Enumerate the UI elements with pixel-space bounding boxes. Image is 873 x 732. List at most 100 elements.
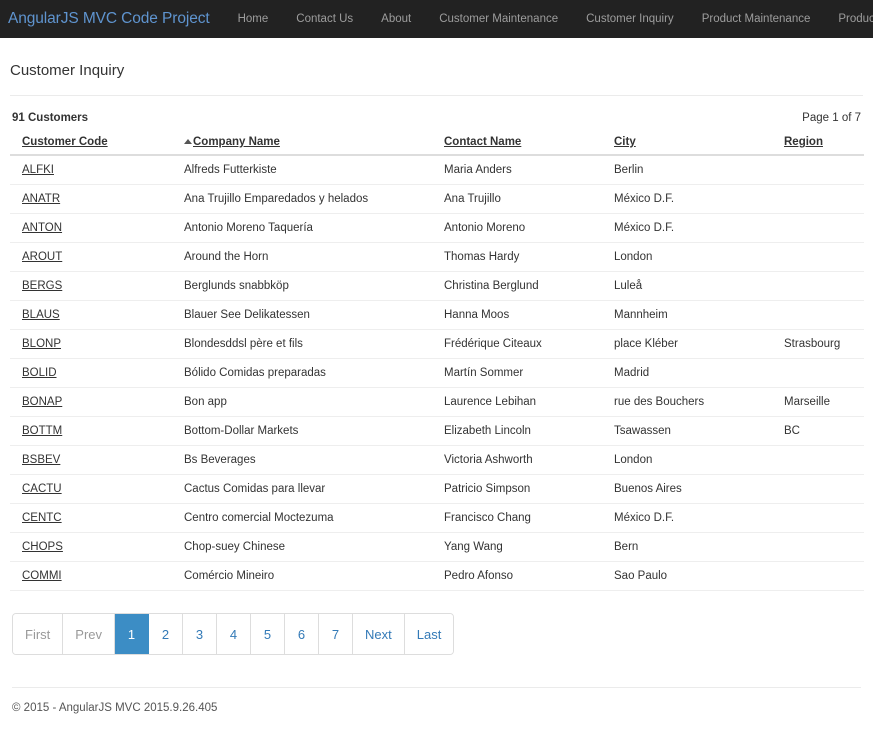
cell-company: Bon app xyxy=(184,388,444,417)
customer-code-link[interactable]: BERGS xyxy=(22,280,62,292)
cell-city: Sao Paulo xyxy=(614,562,784,591)
column-header-code[interactable]: Customer Code xyxy=(10,132,184,155)
brand-logo-link[interactable]: AngularJS MVC Code Project xyxy=(8,10,224,28)
customer-code-link[interactable]: BSBEV xyxy=(22,454,60,466)
customer-code-link[interactable]: BONAP xyxy=(22,396,62,408)
cell-city: Luleå xyxy=(614,272,784,301)
cell-contact: Christina Berglund xyxy=(444,272,614,301)
customer-code-link[interactable]: ALFKI xyxy=(22,164,54,176)
cell-company: Around the Horn xyxy=(184,243,444,272)
nav-link-contact-us[interactable]: Contact Us xyxy=(282,0,367,38)
pagination-button-next[interactable]: Next xyxy=(353,614,405,654)
cell-code: ALFKI xyxy=(10,155,184,185)
nav-link-customer-inquiry[interactable]: Customer Inquiry xyxy=(572,0,688,38)
pagination-button-3[interactable]: 3 xyxy=(183,614,217,654)
table-row: BLAUSBlauer See DelikatessenHanna MoosMa… xyxy=(10,301,864,330)
pagination-wrapper: FirstPrev1234567NextLast xyxy=(10,591,863,655)
table-row: CHOPS Chop-suey ChineseYang WangBern xyxy=(10,533,864,562)
cell-company: Bottom-Dollar Markets xyxy=(184,417,444,446)
pagination-button-4[interactable]: 4 xyxy=(217,614,251,654)
page-container: Customer Inquiry 91 Customers Page 1 of … xyxy=(0,38,873,714)
cell-code: CENTC xyxy=(10,504,184,533)
nav-link-customer-maintenance[interactable]: Customer Maintenance xyxy=(425,0,572,38)
cell-city: London xyxy=(614,243,784,272)
customer-code-link[interactable]: BOTTM xyxy=(22,425,62,437)
cell-company: Bólido Comidas preparadas xyxy=(184,359,444,388)
cell-region xyxy=(784,504,864,533)
cell-code: BONAP xyxy=(10,388,184,417)
pagination-button-1[interactable]: 1 xyxy=(115,614,149,654)
cell-code: ANTON xyxy=(10,214,184,243)
cell-city: Mannheim xyxy=(614,301,784,330)
cell-contact: Martín Sommer xyxy=(444,359,614,388)
cell-region xyxy=(784,155,864,185)
cell-company: Bs Beverages xyxy=(184,446,444,475)
column-header-city[interactable]: City xyxy=(614,132,784,155)
pagination-button-7[interactable]: 7 xyxy=(319,614,353,654)
column-header-link-code[interactable]: Customer Code xyxy=(22,136,108,148)
column-header-company[interactable]: Company Name xyxy=(184,132,444,155)
customer-code-link[interactable]: ANATR xyxy=(22,193,60,205)
nav-link-product-maintenance[interactable]: Product Maintenance xyxy=(688,0,825,38)
cell-contact: Laurence Lebihan xyxy=(444,388,614,417)
pagination-button-2[interactable]: 2 xyxy=(149,614,183,654)
pagination-button-6[interactable]: 6 xyxy=(285,614,319,654)
cell-city: México D.F. xyxy=(614,504,784,533)
table-row: BONAPBon appLaurence Lebihanrue des Bouc… xyxy=(10,388,864,417)
customer-code-link[interactable]: CHOPS xyxy=(22,541,63,553)
table-header-row: Customer Code Company Name Contact Name Cit… xyxy=(10,132,864,155)
cell-contact: Antonio Moreno xyxy=(444,214,614,243)
cell-code: ANATR xyxy=(10,185,184,214)
cell-company: Chop-suey Chinese xyxy=(184,533,444,562)
customer-code-link[interactable]: CENTC xyxy=(22,512,62,524)
customer-code-link[interactable]: AROUT xyxy=(22,251,62,263)
cell-company: Comércio Mineiro xyxy=(184,562,444,591)
cell-region xyxy=(784,301,864,330)
nav-link-product-inquiry[interactable]: Product Inquiry xyxy=(824,0,873,38)
nav-link-about[interactable]: About xyxy=(367,0,425,38)
column-header-link-city[interactable]: City xyxy=(614,136,636,148)
cell-city: London xyxy=(614,446,784,475)
table-row: CENTCCentro comercial MoctezumaFrancisco… xyxy=(10,504,864,533)
cell-code: BLONP xyxy=(10,330,184,359)
top-navbar: AngularJS MVC Code Project HomeContact U… xyxy=(0,0,873,38)
footer-copyright: © 2015 - AngularJS MVC 2015.9.26.405 xyxy=(12,702,861,714)
pagination-button-5[interactable]: 5 xyxy=(251,614,285,654)
cell-code: COMMI xyxy=(10,562,184,591)
cell-city: Bern xyxy=(614,533,784,562)
customer-code-link[interactable]: BOLID xyxy=(22,367,57,379)
cell-region: Strasbourg xyxy=(784,330,864,359)
column-header-contact[interactable]: Contact Name xyxy=(444,132,614,155)
cell-code: BOTTM xyxy=(10,417,184,446)
cell-city: Berlin xyxy=(614,155,784,185)
cell-company: Ana Trujillo Emparedados y helados xyxy=(184,185,444,214)
pagination-button-first: First xyxy=(13,614,63,654)
customer-code-link[interactable]: BLONP xyxy=(22,338,61,350)
cell-company: Blauer See Delikatessen xyxy=(184,301,444,330)
customer-count-label: 91 Customers xyxy=(12,112,88,124)
customer-code-link[interactable]: CACTU xyxy=(22,483,62,495)
cell-contact: Ana Trujillo xyxy=(444,185,614,214)
cell-contact: Thomas Hardy xyxy=(444,243,614,272)
cell-code: BOLID xyxy=(10,359,184,388)
cell-code: CACTU xyxy=(10,475,184,504)
cell-city: Madrid xyxy=(614,359,784,388)
cell-company: Antonio Moreno Taquería xyxy=(184,214,444,243)
pagination[interactable]: FirstPrev1234567NextLast xyxy=(12,613,454,655)
column-header-link-company[interactable]: Company Name xyxy=(193,136,280,148)
column-header-link-region[interactable]: Region xyxy=(784,136,823,148)
cell-contact: Yang Wang xyxy=(444,533,614,562)
column-header-region[interactable]: Region xyxy=(784,132,864,155)
cell-region xyxy=(784,475,864,504)
customer-code-link[interactable]: ANTON xyxy=(22,222,62,234)
pagination-button-prev: Prev xyxy=(63,614,115,654)
table-row: ANATR Ana Trujillo Emparedados y heladosA… xyxy=(10,185,864,214)
pagination-button-last[interactable]: Last xyxy=(405,614,454,654)
customer-code-link[interactable]: COMMI xyxy=(22,570,62,582)
table-row: BSBEVBs BeveragesVictoria AshworthLondon xyxy=(10,446,864,475)
column-header-link-contact[interactable]: Contact Name xyxy=(444,136,521,148)
nav-link-home[interactable]: Home xyxy=(224,0,283,38)
sort-ascending-caret-icon xyxy=(184,139,192,144)
customer-code-link[interactable]: BLAUS xyxy=(22,309,60,321)
table-row: ANTON Antonio Moreno TaqueríaAntonio More… xyxy=(10,214,864,243)
